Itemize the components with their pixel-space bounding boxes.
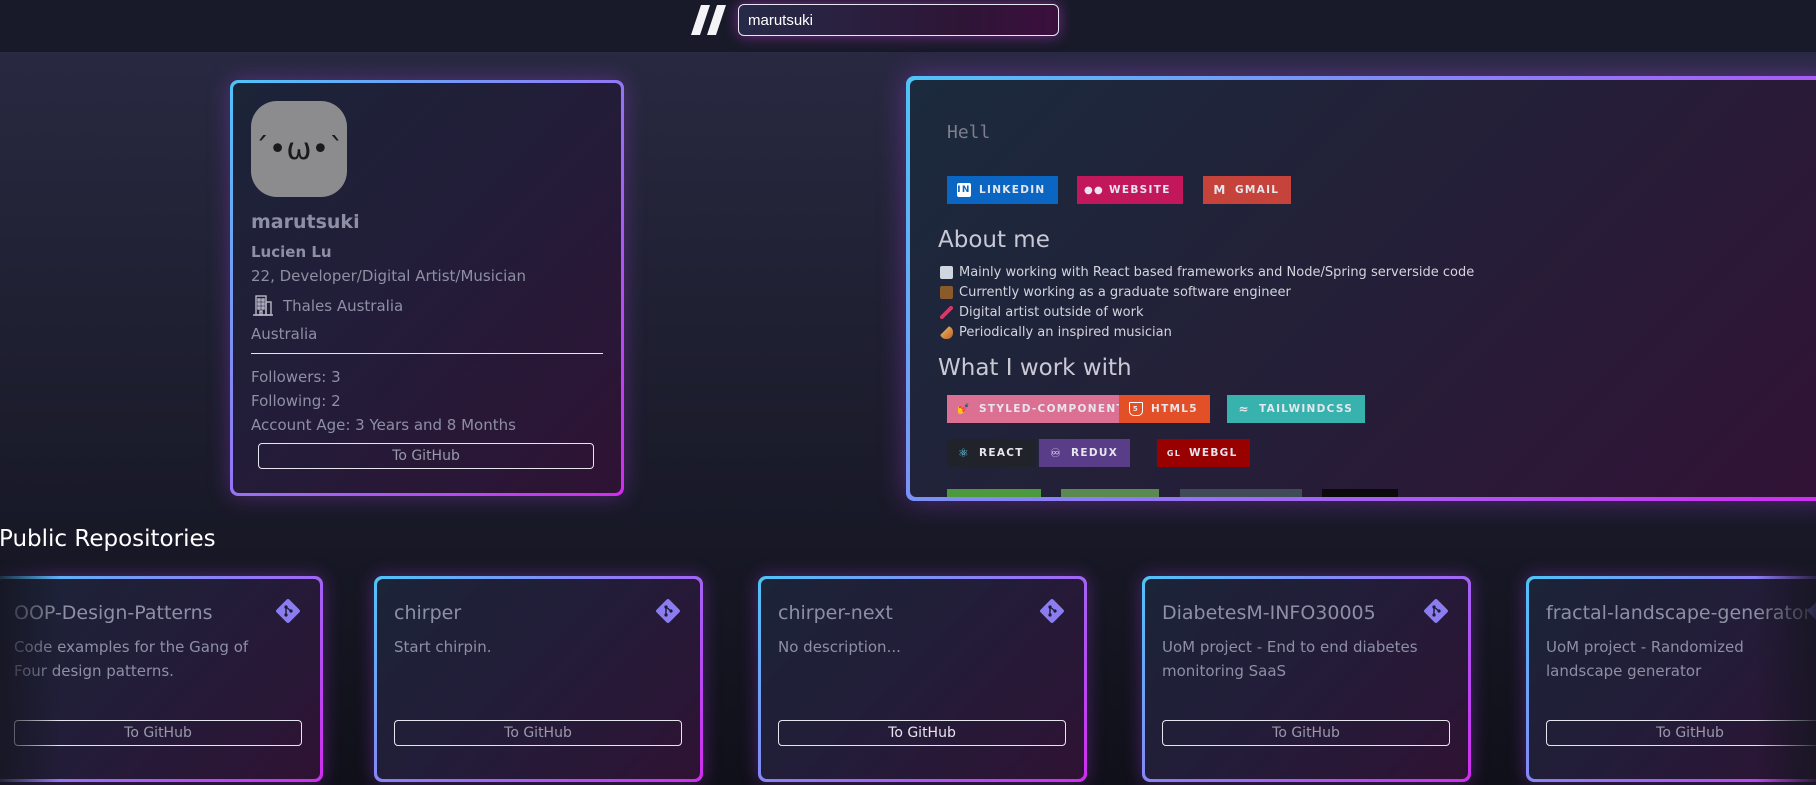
redux-icon: ♾ <box>1049 446 1063 460</box>
profile-account-age: Account Age: 3 Years and 8 Months <box>251 416 516 434</box>
work-heading: What I work with <box>938 355 1132 381</box>
top-bar <box>0 0 1816 52</box>
linkedin-badge[interactable]: in LINKEDIN <box>947 176 1058 204</box>
profile-following: Following: 2 <box>251 392 341 410</box>
linkedin-icon: in <box>957 183 971 197</box>
avatar-face: ´•ω•` <box>253 131 345 167</box>
react-badge[interactable]: ⚛ REACT <box>947 439 1036 467</box>
git-icon[interactable] <box>655 598 681 624</box>
profile-followers: Followers: 3 <box>251 368 341 386</box>
divider <box>251 353 603 354</box>
repo-description: No description... <box>778 638 901 656</box>
gmail-icon: M <box>1213 183 1227 197</box>
repo-description: UoM project - Randomized landscape gener… <box>1546 638 1744 680</box>
building-icon <box>253 295 273 316</box>
styled-components-badge[interactable]: 💅 STYLED-COMPONENTS <box>947 395 1146 423</box>
profile-name: Lucien Lu <box>251 243 332 261</box>
repo-description: Start chirpin. <box>394 638 492 656</box>
repo-card: fractal-landscape-generator UoM project … <box>1526 576 1816 782</box>
about-item: Mainly working with React based framewor… <box>940 265 1474 280</box>
avatar: ´•ω•` <box>251 101 347 197</box>
badge-partial <box>947 489 1041 497</box>
repo-description: UoM project - End to end diabetes monito… <box>1162 638 1418 680</box>
html5-icon: 5 <box>1129 402 1143 416</box>
repo-name: DiabetesM-INFO30005 <box>1162 602 1376 624</box>
repo-name: OOP-Design-Patterns <box>14 602 213 624</box>
about-item: Digital artist outside of work <box>940 305 1144 320</box>
repo-name: chirper-next <box>778 602 893 624</box>
repos-heading: Public Repositories <box>0 526 216 552</box>
book-icon <box>940 266 953 279</box>
repo-github-button[interactable]: To GitHub <box>1546 720 1816 746</box>
logo-icon[interactable] <box>688 3 728 37</box>
website-badge[interactable]: ●● WEBSITE <box>1077 176 1183 204</box>
repo-card: OOP-Design-Patterns Code examples for th… <box>0 576 323 782</box>
react-icon: ⚛ <box>957 446 971 460</box>
repo-name: chirper <box>394 602 462 624</box>
repo-description: Code examples for the Gang of Four desig… <box>14 638 249 680</box>
repo-card: chirper-next No description... To GitHub <box>758 576 1087 782</box>
badge-partial <box>1061 489 1159 497</box>
guitar-icon <box>940 326 953 339</box>
repo-github-button[interactable]: To GitHub <box>14 720 302 746</box>
medium-icon: ●● <box>1083 184 1105 196</box>
profile-company: Thales Australia <box>283 297 404 315</box>
about-item: Currently working as a graduate software… <box>940 285 1291 300</box>
profile-card: ´•ω•` marutsuki Lucien Lu 22, Developer/… <box>230 80 624 496</box>
profile-github-button[interactable]: To GitHub <box>258 443 594 469</box>
gmail-badge[interactable]: M GMAIL <box>1203 176 1292 204</box>
html5-badge[interactable]: 5 HTML5 <box>1119 395 1210 423</box>
repo-card: DiabetesM-INFO30005 UoM project - End to… <box>1142 576 1471 782</box>
about-heading: About me <box>938 227 1050 253</box>
tailwind-icon: ≈ <box>1238 402 1250 416</box>
badge-partial <box>1322 489 1398 497</box>
search-input[interactable] <box>738 4 1059 36</box>
paintbrush-icon <box>940 306 953 319</box>
tailwindcss-badge[interactable]: ≈ TAILWINDCSS <box>1227 395 1366 423</box>
repo-github-button[interactable]: To GitHub <box>1162 720 1450 746</box>
profile-location: Australia <box>251 325 318 343</box>
briefcase-icon <box>940 286 953 299</box>
repo-card: chirper Start chirpin. To GitHub <box>374 576 703 782</box>
git-icon[interactable] <box>1423 598 1449 624</box>
readme-card: Hell in LINKEDIN ●● WEBSITE M GMAIL Abou… <box>906 76 1816 501</box>
styled-components-icon: 💅 <box>957 403 971 415</box>
webgl-badge[interactable]: Gl WEBGL <box>1157 439 1250 467</box>
webgl-icon: Gl <box>1166 448 1182 458</box>
git-icon[interactable] <box>1039 598 1065 624</box>
repo-github-button[interactable]: To GitHub <box>778 720 1066 746</box>
git-icon[interactable] <box>1807 598 1816 624</box>
repo-name: fractal-landscape-generator <box>1546 602 1812 624</box>
badge-partial <box>1180 489 1302 497</box>
profile-username: marutsuki <box>251 211 360 233</box>
about-item: Periodically an inspired musician <box>940 325 1172 340</box>
redux-badge[interactable]: ♾ REDUX <box>1039 439 1131 467</box>
repo-github-button[interactable]: To GitHub <box>394 720 682 746</box>
profile-bio: 22, Developer/Digital Artist/Musician <box>251 267 527 285</box>
typing-text: Hell <box>947 122 991 143</box>
git-icon[interactable] <box>275 598 301 624</box>
